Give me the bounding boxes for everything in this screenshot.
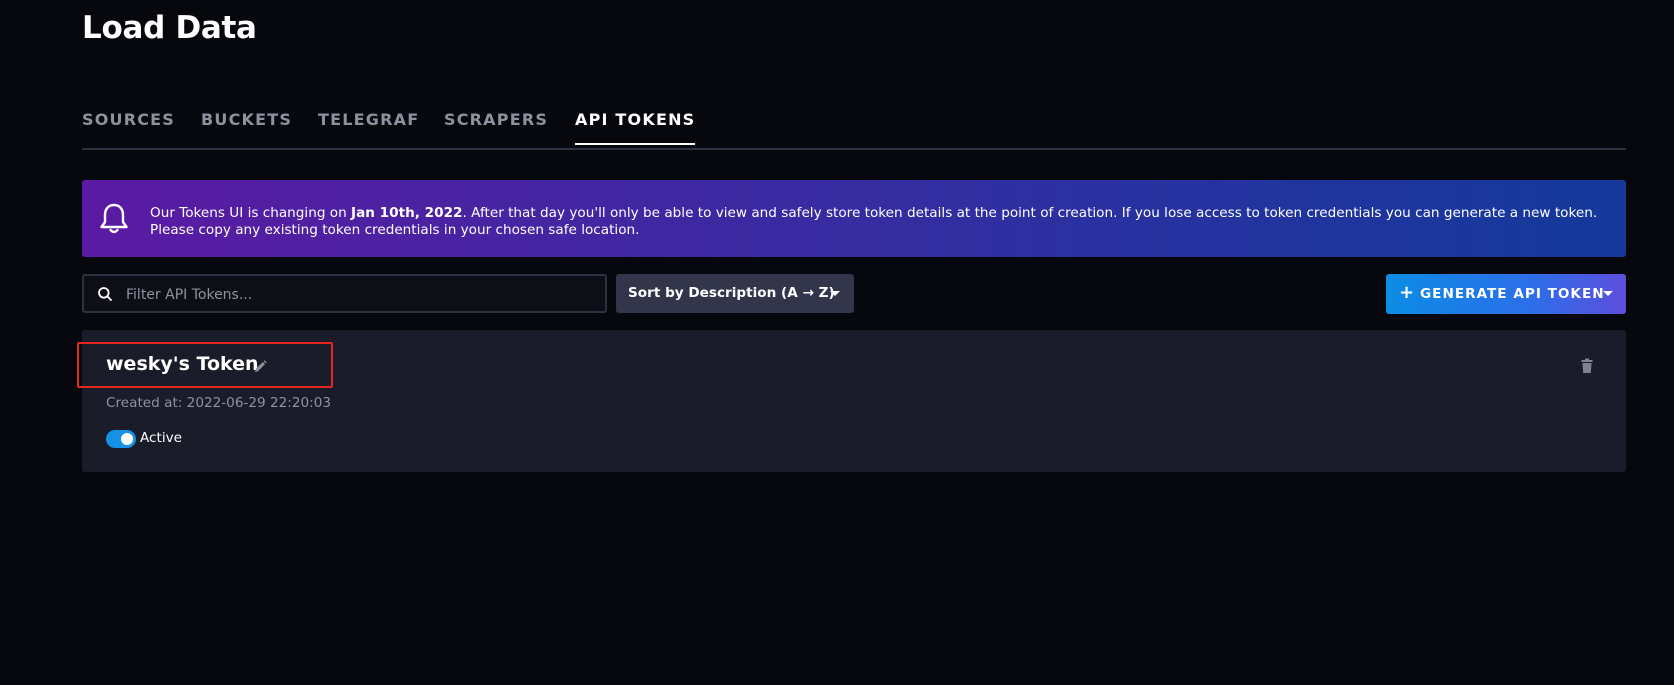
page: Load Data SOURCES BUCKETS TELEGRAF SCRAP… [0, 0, 1674, 685]
chevron-down-icon [830, 291, 840, 296]
token-card: wesky's Token Created at: 2022-06-29 22:… [77, 330, 1626, 472]
token-status: Active [140, 430, 183, 446]
active-toggle[interactable] [106, 430, 136, 448]
tab-bar: SOURCES BUCKETS TELEGRAF SCRAPERS API TO… [82, 104, 1626, 150]
dropdown-caret-icon[interactable] [1603, 291, 1613, 296]
sort-dropdown-label: Sort by Description (A → Z) [628, 285, 835, 301]
toggle-knob [121, 433, 133, 445]
sort-dropdown[interactable]: Sort by Description (A → Z) [616, 274, 854, 313]
notice-banner: Our Tokens UI is changing on Jan 10th, 2… [82, 180, 1626, 257]
filter-tokens-box [82, 274, 607, 313]
plus-icon: + [1399, 282, 1415, 303]
tab-telegraf[interactable]: TELEGRAF [318, 110, 419, 143]
filter-tokens-input[interactable] [124, 276, 598, 313]
generate-api-token-label: GENERATE API TOKEN [1420, 286, 1605, 302]
page-title: Load Data [82, 10, 257, 46]
tab-sources[interactable]: SOURCES [82, 110, 175, 143]
trash-icon[interactable] [1580, 358, 1594, 374]
bell-icon [100, 203, 128, 234]
search-icon [98, 287, 112, 301]
tab-api-tokens[interactable]: API TOKENS [575, 110, 696, 145]
token-created-at: Created at: 2022-06-29 22:20:03 [106, 395, 332, 411]
banner-message: Our Tokens UI is changing on Jan 10th, 2… [150, 205, 1600, 239]
banner-date: Jan 10th, 2022 [351, 205, 463, 221]
generate-api-token-button[interactable]: + GENERATE API TOKEN [1386, 274, 1626, 314]
tab-buckets[interactable]: BUCKETS [201, 110, 292, 143]
banner-text-start: Our Tokens UI is changing on [150, 205, 352, 221]
token-name[interactable]: wesky's Token [106, 353, 259, 375]
pencil-icon[interactable] [254, 360, 267, 373]
tab-scrapers[interactable]: SCRAPERS [444, 110, 548, 143]
